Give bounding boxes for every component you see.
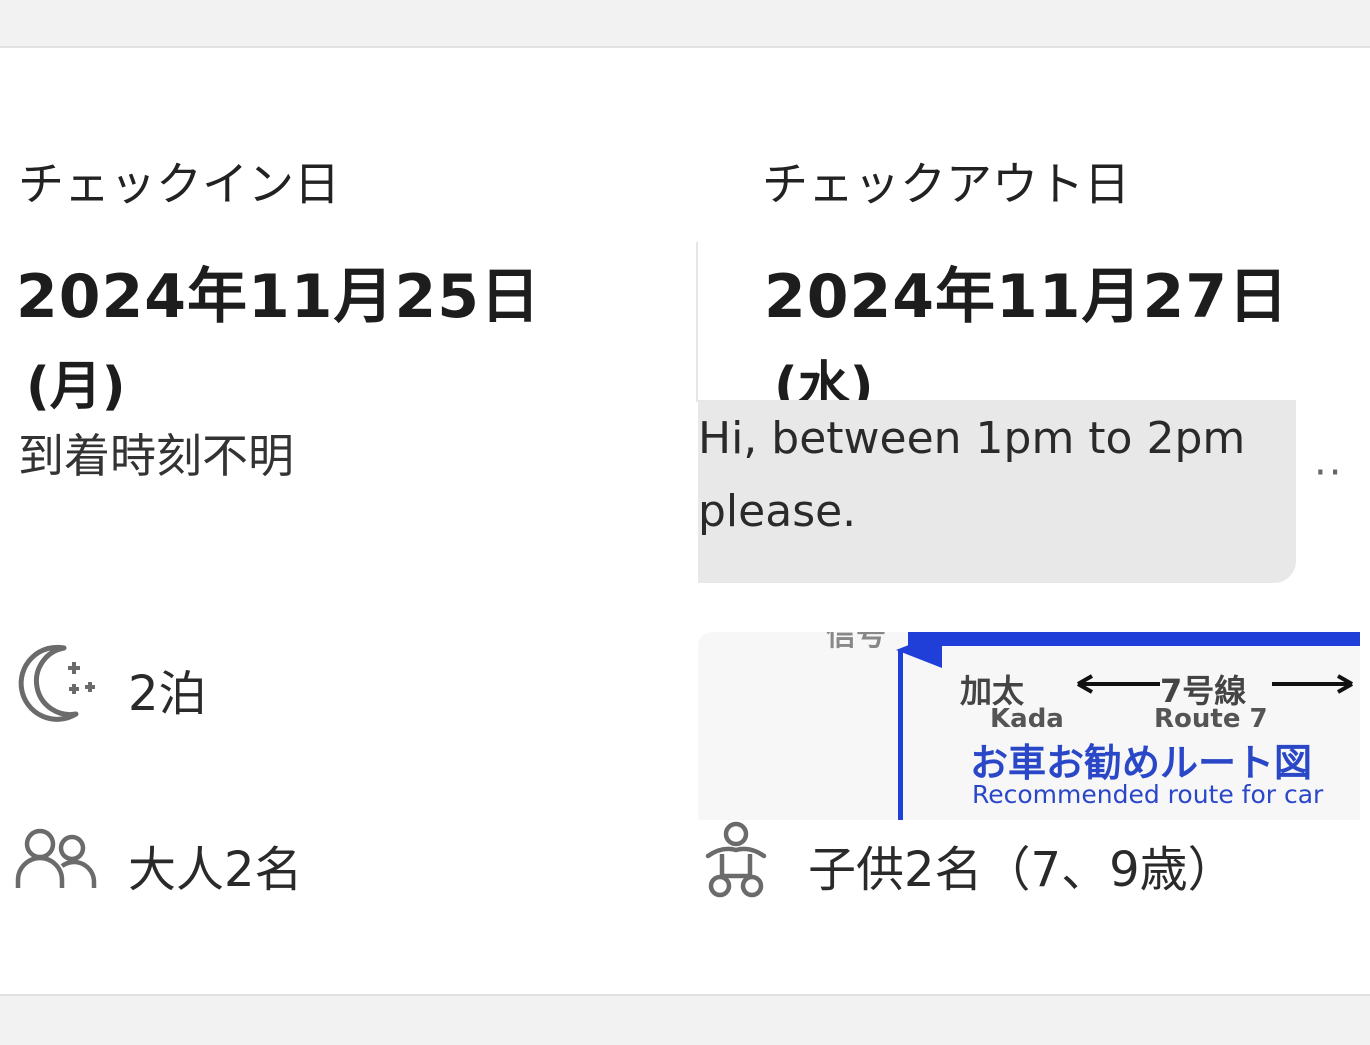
map-title-jp: お車お勧めルート図: [970, 741, 1313, 785]
map-route-line: [908, 632, 1360, 646]
checkin-label: チェックイン日: [18, 157, 340, 211]
column-divider: [696, 242, 698, 402]
people-icon: [14, 826, 98, 896]
checkout-date: 2024年11月27日: [764, 262, 1289, 332]
bottom-separator-band: [0, 994, 1370, 1045]
map-place-en: Kada: [990, 704, 1064, 734]
more-options-icon[interactable]: ··: [1314, 450, 1343, 496]
adults-count: 大人2名: [128, 842, 303, 898]
guest-message-text: Hi, between 1pm to 2pm please.: [698, 413, 1246, 537]
map-signal-text: 信号: [826, 632, 886, 653]
map-arrow-right-icon: [1272, 674, 1353, 694]
map-arrow-left-icon: [1077, 674, 1160, 694]
map-title-en: Recommended route for car: [972, 780, 1324, 809]
checkout-label: チェックアウト日: [762, 157, 1130, 211]
map-route-en: Route 7: [1154, 704, 1268, 734]
baby-icon: [704, 820, 768, 904]
map-route-line-vertical: [898, 650, 903, 820]
arrival-time: 到着時刻不明: [18, 429, 294, 483]
top-separator-band: [0, 0, 1370, 48]
checkin-date: 2024年11月25日: [16, 262, 541, 332]
guest-message-bubble[interactable]: Hi, between 1pm to 2pm please.: [698, 400, 1296, 583]
children-count: 子供2名（7、9歳）: [808, 842, 1236, 898]
checkin-weekday: (月): [26, 357, 126, 417]
route-map-image: 信号 加太 Kada 7号線 Route 7 お車お勧めルート図 Recomme…: [698, 632, 1360, 820]
nights-count: 2泊: [128, 666, 207, 722]
moon-stars-icon: [12, 640, 100, 728]
